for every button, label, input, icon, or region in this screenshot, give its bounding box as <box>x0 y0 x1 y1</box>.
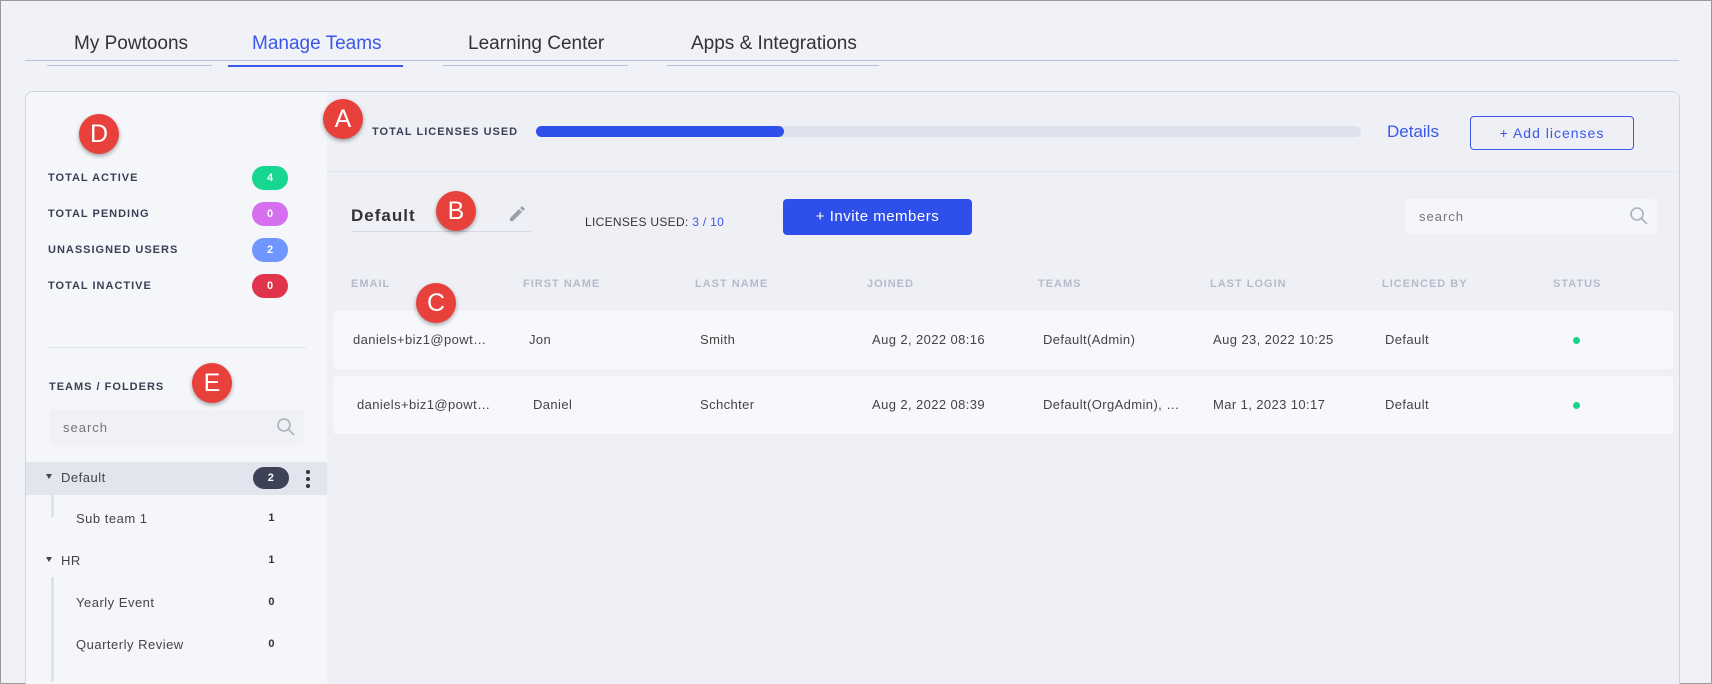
cell-joined: Aug 2, 2022 08:39 <box>872 397 986 412</box>
caret-down-icon[interactable] <box>46 474 52 479</box>
status-active-dot <box>1573 337 1580 344</box>
stat-total-pending: TOTAL PENDING 0 <box>48 202 288 226</box>
total-licenses-label: TOTAL LICENSES USED <box>372 126 519 138</box>
team-name-text: Default <box>351 206 416 225</box>
column-header-joined[interactable]: JOINED <box>867 278 914 290</box>
stat-label: TOTAL PENDING <box>48 208 150 220</box>
cell-last-name: Smith <box>700 332 736 347</box>
count-badge: 4 <box>252 166 288 190</box>
cell-joined: Aug 2, 2022 08:16 <box>872 332 986 347</box>
license-progress <box>536 126 1361 137</box>
tab-learning-center[interactable]: Learning Center <box>443 33 628 66</box>
column-header-last-name[interactable]: LAST NAME <box>695 278 768 290</box>
tree-item-quarterly-review[interactable]: Quarterly Review 0 <box>26 629 327 662</box>
column-header-last-login[interactable]: LAST LOGIN <box>1210 278 1287 290</box>
stat-label: UNASSIGNED USERS <box>48 244 179 256</box>
license-bar: TOTAL LICENSES USED Details + Add licens… <box>327 92 1679 172</box>
marker-e: E <box>192 363 232 403</box>
cell-first-name: Daniel <box>533 397 573 412</box>
divider <box>48 347 306 348</box>
cell-first-name: Jon <box>529 332 552 347</box>
tab-my-powtoons[interactable]: My Powtoons <box>47 33 212 66</box>
column-header-status[interactable]: STATUS <box>1553 278 1601 290</box>
stat-unassigned-users: UNASSIGNED USERS 2 <box>48 238 288 262</box>
table-row[interactable]: daniels+biz1@powt… Daniel Schchter Aug 2… <box>333 376 1673 434</box>
tree-item-label: Sub team 1 <box>76 511 148 526</box>
members-search[interactable] <box>1405 199 1657 234</box>
licenses-used: LICENSES USED: 3 / 10 <box>585 215 724 229</box>
tab-apps-integrations[interactable]: Apps & Integrations <box>667 33 879 66</box>
marker-b: B <box>436 191 476 231</box>
licenses-used-value: 3 / 10 <box>692 215 725 229</box>
search-icon[interactable] <box>276 417 296 437</box>
stat-label: TOTAL ACTIVE <box>48 172 139 184</box>
licenses-used-label: LICENSES USED: <box>585 215 689 229</box>
tree-item-hr[interactable]: HR 1 <box>26 545 327 578</box>
teams-folders-heading: TEAMS / FOLDERS <box>49 381 165 393</box>
table-row[interactable]: daniels+biz1@powt… Jon Smith Aug 2, 2022… <box>333 311 1673 369</box>
sidebar: TOTAL ACTIVE 4 TOTAL PENDING 0 UNASSIGNE… <box>26 92 327 684</box>
tree-item-yearly-event[interactable]: Yearly Event 0 <box>26 587 327 620</box>
marker-d: D <box>79 114 119 154</box>
member-count: 0 <box>268 596 275 608</box>
stat-label: TOTAL INACTIVE <box>48 280 152 292</box>
member-count: 1 <box>268 554 275 566</box>
tree-item-sub-team-1[interactable]: Sub team 1 1 <box>26 503 327 536</box>
cell-email: daniels+biz1@powt… <box>353 332 487 347</box>
cell-licenced-by: Default <box>1385 397 1429 412</box>
cell-last-name: Schchter <box>700 397 755 412</box>
team-content: TOTAL LICENSES USED Details + Add licens… <box>327 92 1679 684</box>
count-badge: 0 <box>252 202 288 226</box>
license-progress-fill <box>536 126 784 137</box>
count-badge: 2 <box>252 238 288 262</box>
top-nav: My Powtoons Manage Teams Learning Center… <box>25 23 1679 67</box>
cell-last-login: Aug 23, 2022 10:25 <box>1213 332 1334 347</box>
details-link[interactable]: Details <box>1387 122 1439 142</box>
member-count: 1 <box>268 512 275 524</box>
manage-teams-card: TOTAL ACTIVE 4 TOTAL PENDING 0 UNASSIGNE… <box>25 91 1680 684</box>
column-header-teams[interactable]: TEAMS <box>1038 278 1082 290</box>
stat-total-active: TOTAL ACTIVE 4 <box>48 166 288 190</box>
add-licenses-button[interactable]: + Add licenses <box>1470 116 1634 150</box>
caret-down-icon[interactable] <box>46 557 52 562</box>
cell-teams: Default(Admin) <box>1043 332 1136 347</box>
tree-item-label: Default <box>61 470 106 485</box>
marker-a: A <box>323 99 363 139</box>
status-active-dot <box>1573 402 1580 409</box>
cell-licenced-by: Default <box>1385 332 1429 347</box>
stat-total-inactive: TOTAL INACTIVE 0 <box>48 274 288 298</box>
edit-icon[interactable] <box>507 204 527 224</box>
cell-last-login: Mar 1, 2023 10:17 <box>1213 397 1326 412</box>
teams-search[interactable] <box>49 410 304 445</box>
cell-email: daniels+biz1@powt… <box>357 397 491 412</box>
member-count: 0 <box>268 638 275 650</box>
tree-item-default[interactable]: Default 2 <box>26 462 327 495</box>
column-header-first-name[interactable]: FIRST NAME <box>523 278 600 290</box>
column-header-licenced-by[interactable]: LICENCED BY <box>1382 278 1468 290</box>
count-badge: 0 <box>252 274 288 298</box>
teams-search-input[interactable] <box>63 410 267 445</box>
tree-item-label: Yearly Event <box>76 595 155 610</box>
search-icon[interactable] <box>1629 206 1649 226</box>
marker-c: C <box>416 283 456 323</box>
more-options-icon[interactable] <box>305 469 311 489</box>
member-count-badge: 2 <box>253 467 289 489</box>
tree-item-label: HR <box>61 553 81 568</box>
tree-item-label: Quarterly Review <box>76 637 184 652</box>
members-search-input[interactable] <box>1419 199 1621 234</box>
column-header-email[interactable]: EMAIL <box>351 278 390 290</box>
invite-members-button[interactable]: + Invite members <box>783 199 972 235</box>
cell-teams: Default(OrgAdmin), … <box>1043 397 1180 412</box>
tab-manage-teams[interactable]: Manage Teams <box>228 33 403 67</box>
